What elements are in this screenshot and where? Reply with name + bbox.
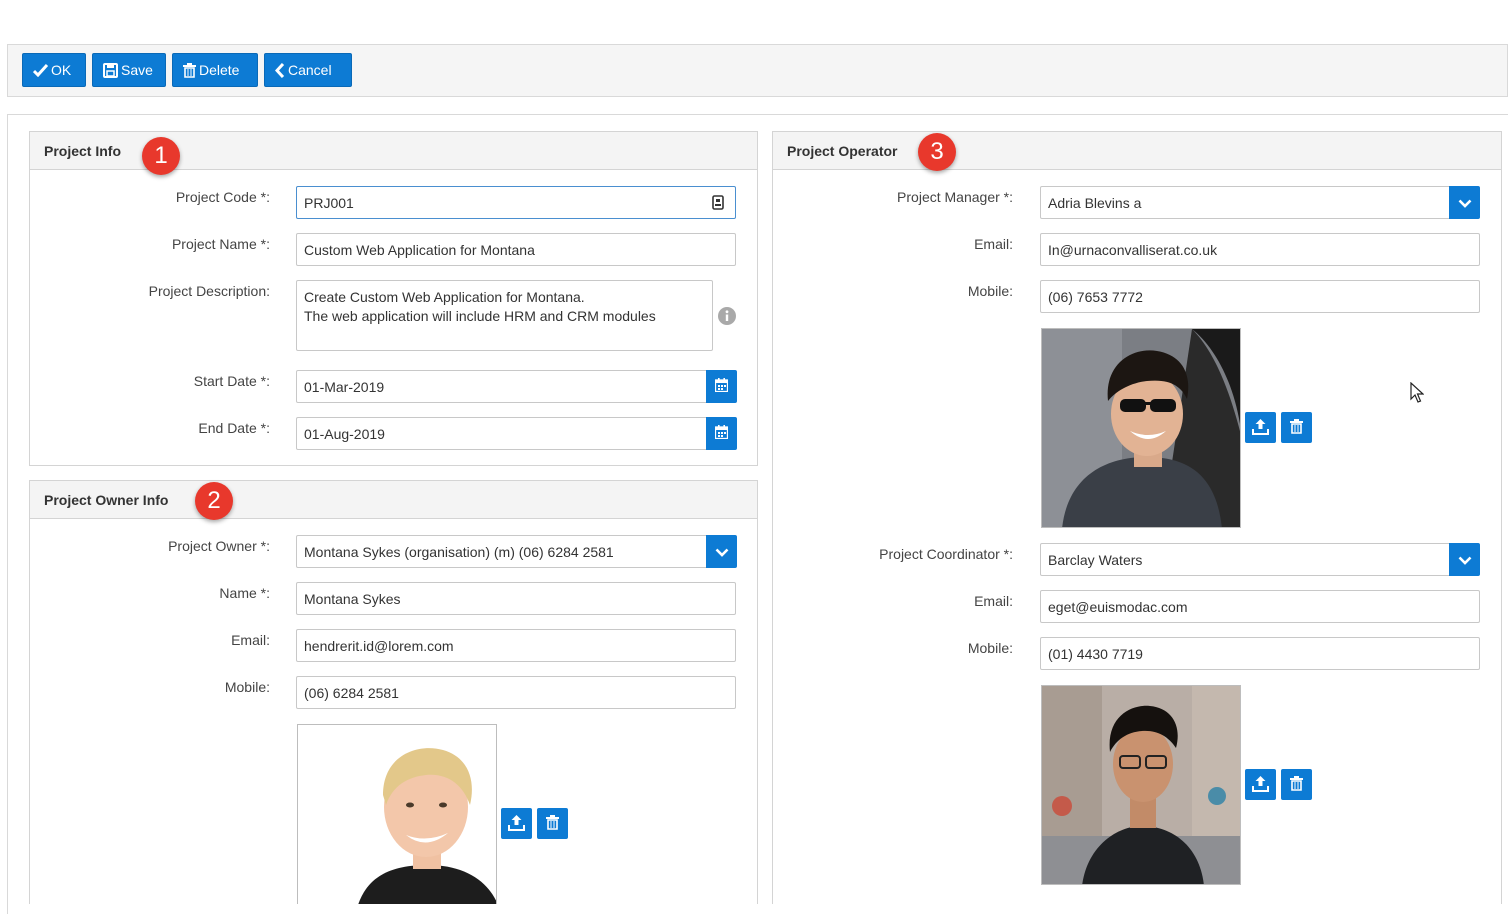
- trash-icon: [1290, 775, 1303, 794]
- delete-label: Delete: [199, 62, 240, 78]
- owner-email-value: hendrerit.id@lorem.com: [304, 637, 454, 654]
- project-code-input[interactable]: PRJ001: [296, 186, 736, 219]
- coordinator-photo: [1041, 685, 1241, 885]
- mouse-cursor-icon: [1410, 381, 1425, 407]
- manager-photo-upload-button[interactable]: [1245, 412, 1276, 443]
- manager-mobile-label: Mobile:: [967, 283, 1013, 299]
- chevron-down-icon: [1458, 552, 1472, 568]
- cancel-button[interactable]: Cancel: [264, 53, 352, 87]
- trash-icon: [1290, 418, 1303, 437]
- coordinator-email-value: eget@euismodac.com: [1048, 598, 1188, 615]
- manager-photo: [1041, 328, 1241, 528]
- project-description-textarea[interactable]: Create Custom Web Application for Montan…: [296, 280, 713, 351]
- ok-button[interactable]: OK: [22, 53, 86, 87]
- chevron-down-icon: [715, 544, 729, 560]
- cancel-label: Cancel: [288, 62, 332, 78]
- save-label: Save: [121, 62, 153, 78]
- project-name-input[interactable]: Custom Web Application for Montana: [296, 233, 736, 266]
- chevron-down-icon: [1458, 195, 1472, 211]
- project-description-line-2: The web application will include HRM and…: [304, 308, 656, 324]
- start-date-value: 01-Mar-2019: [304, 378, 385, 395]
- coordinator-photo-delete-button[interactable]: [1281, 769, 1312, 800]
- owner-photo: [297, 724, 497, 904]
- calendar-icon: [714, 425, 729, 442]
- project-coordinator-dropdown-button[interactable]: [1449, 543, 1480, 576]
- manager-mobile-input[interactable]: (06) 7653 7772: [1040, 280, 1480, 313]
- manager-email-value: In@urnaconvalliserat.co.uk: [1048, 241, 1218, 258]
- manager-photo-delete-button[interactable]: [1281, 412, 1312, 443]
- project-coordinator-label: Project Coordinator *:: [879, 546, 1013, 562]
- chevron-left-icon: [275, 62, 285, 78]
- project-description-line-1: Create Custom Web Application for Montan…: [304, 289, 585, 305]
- project-code-label: Project Code *:: [175, 189, 270, 205]
- trash-icon: [546, 814, 559, 833]
- start-date-calendar-button[interactable]: [706, 370, 737, 403]
- end-date-input[interactable]: 01-Aug-2019: [296, 417, 707, 450]
- owner-mobile-input[interactable]: (06) 6284 2581: [296, 676, 736, 709]
- delete-button[interactable]: Delete: [172, 53, 258, 87]
- owner-name-input[interactable]: Montana Sykes: [296, 582, 736, 615]
- step-badge-3: 3: [918, 133, 956, 171]
- step-badge-1: 1: [142, 137, 180, 175]
- owner-mobile-label: Mobile:: [224, 679, 270, 695]
- owner-mobile-value: (06) 6284 2581: [304, 684, 399, 701]
- coordinator-email-label: Email:: [974, 593, 1013, 609]
- project-coordinator-select[interactable]: Barclay Waters: [1040, 543, 1450, 576]
- start-date-input[interactable]: 01-Mar-2019: [296, 370, 707, 403]
- owner-email-input[interactable]: hendrerit.id@lorem.com: [296, 629, 736, 662]
- coordinator-mobile-value: (01) 4430 7719: [1048, 645, 1143, 662]
- owner-photo-upload-button[interactable]: [501, 808, 532, 839]
- project-owner-label: Project Owner *:: [168, 538, 270, 554]
- owner-email-label: Email:: [231, 632, 270, 648]
- step-badge-2: 2: [195, 482, 233, 520]
- project-operator-header: Project Operator: [773, 132, 1501, 170]
- upload-icon: [508, 814, 525, 834]
- project-info-title: Project Info: [44, 143, 122, 159]
- project-description-label: Project Description:: [148, 283, 270, 299]
- manager-email-input[interactable]: In@urnaconvalliserat.co.uk: [1040, 233, 1480, 266]
- calendar-icon: [714, 378, 729, 395]
- owner-name-value: Montana Sykes: [304, 590, 401, 607]
- coordinator-email-input[interactable]: eget@euismodac.com: [1040, 590, 1480, 623]
- project-manager-value: Adria Blevins a: [1048, 194, 1142, 211]
- owner-info-header: Project Owner Info: [30, 481, 757, 519]
- floppy-disk-icon: [103, 62, 118, 78]
- check-icon: [33, 63, 48, 77]
- end-date-label: End Date *:: [198, 420, 270, 436]
- ok-label: OK: [51, 62, 72, 78]
- project-code-value: PRJ001: [304, 194, 354, 211]
- upload-icon: [1252, 418, 1269, 438]
- project-owner-dropdown-button[interactable]: [706, 535, 737, 568]
- start-date-label: Start Date *:: [193, 373, 270, 389]
- trash-icon: [183, 62, 196, 78]
- project-coordinator-value: Barclay Waters: [1048, 551, 1143, 568]
- project-owner-value: Montana Sykes (organisation) (m) (06) 62…: [304, 543, 614, 560]
- toolbar: OK Save Delete Cancel: [7, 44, 1508, 97]
- project-info-header: Project Info: [30, 132, 757, 170]
- coordinator-photo-upload-button[interactable]: [1245, 769, 1276, 800]
- upload-icon: [1252, 775, 1269, 795]
- owner-info-title: Project Owner Info: [44, 492, 169, 508]
- project-manager-label: Project Manager *:: [897, 189, 1013, 205]
- end-date-value: 01-Aug-2019: [304, 425, 385, 442]
- project-manager-select[interactable]: Adria Blevins a: [1040, 186, 1450, 219]
- project-owner-select[interactable]: Montana Sykes (organisation) (m) (06) 62…: [296, 535, 707, 568]
- end-date-calendar-button[interactable]: [706, 417, 737, 450]
- info-icon[interactable]: [718, 307, 736, 328]
- owner-name-label: Name *:: [219, 585, 270, 601]
- id-card-icon[interactable]: [712, 195, 724, 213]
- project-name-value: Custom Web Application for Montana: [304, 241, 535, 258]
- manager-email-label: Email:: [974, 236, 1013, 252]
- project-name-label: Project Name *:: [171, 236, 270, 252]
- project-manager-dropdown-button[interactable]: [1449, 186, 1480, 219]
- save-button[interactable]: Save: [92, 53, 166, 87]
- coordinator-mobile-label: Mobile:: [967, 640, 1013, 656]
- project-operator-title: Project Operator: [787, 143, 898, 159]
- coordinator-mobile-input[interactable]: (01) 4430 7719: [1040, 637, 1480, 670]
- owner-photo-delete-button[interactable]: [537, 808, 568, 839]
- manager-mobile-value: (06) 7653 7772: [1048, 288, 1143, 305]
